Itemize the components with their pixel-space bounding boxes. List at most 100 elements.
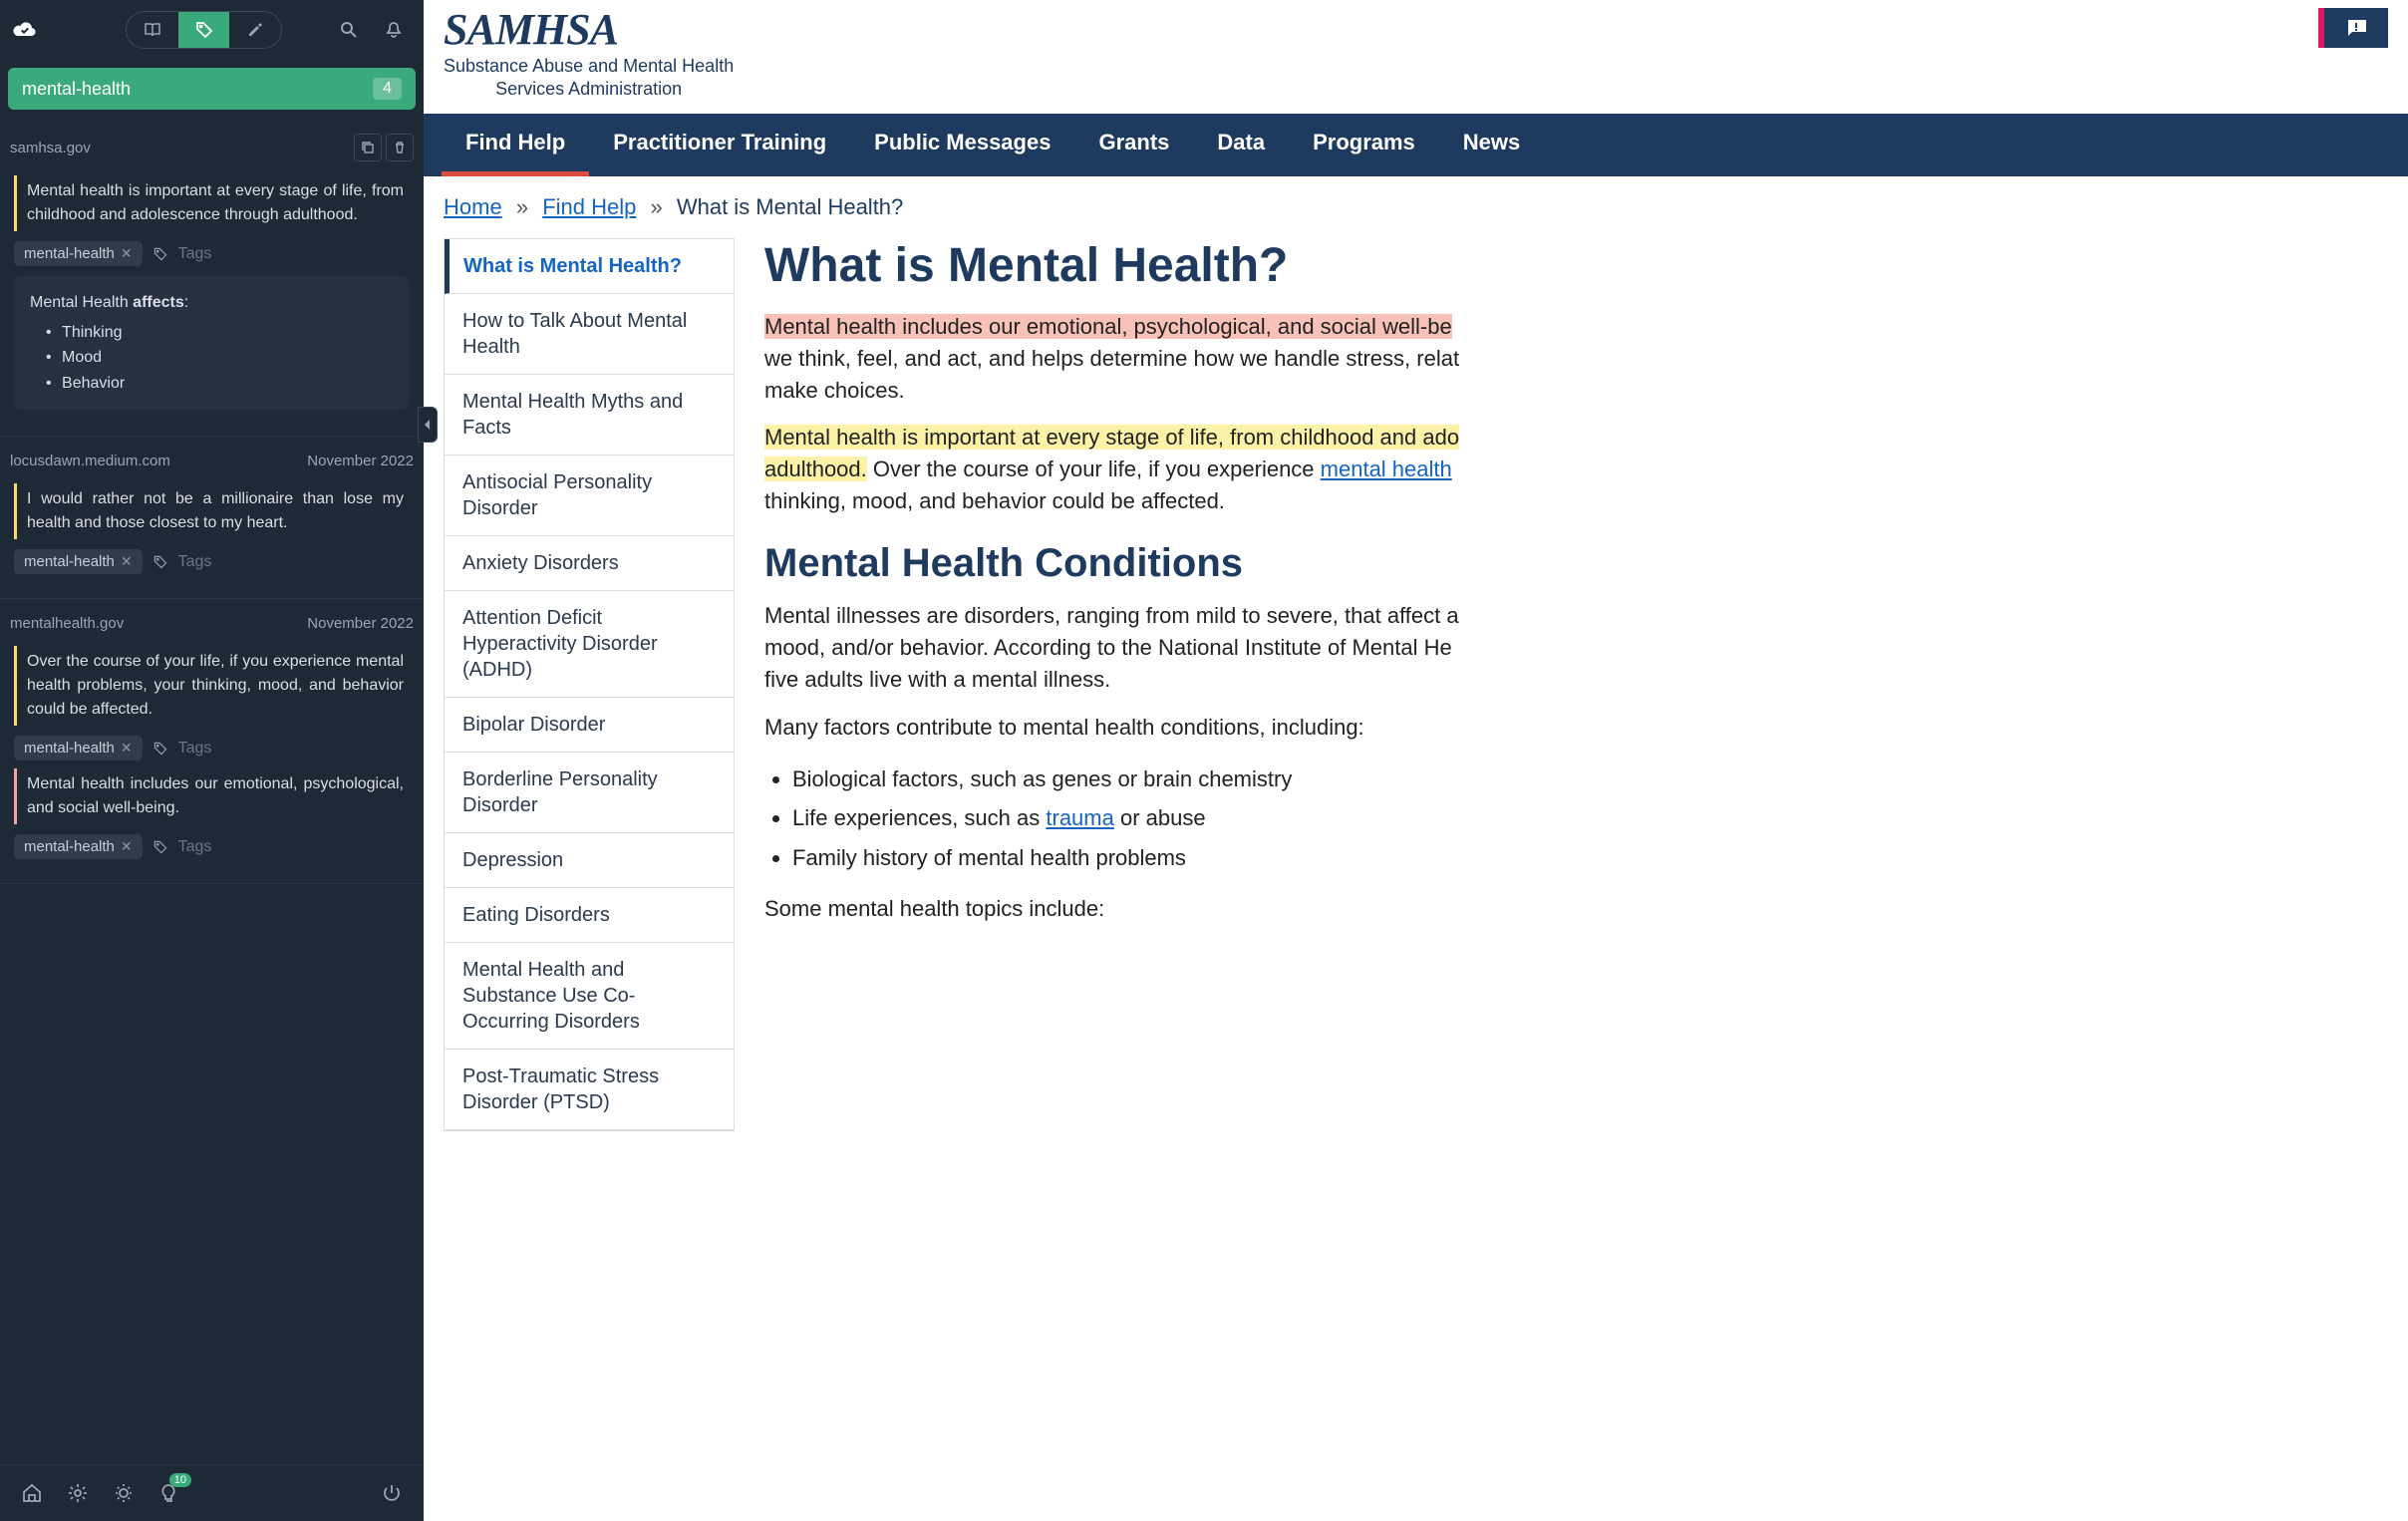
breadcrumb-current: What is Mental Health? — [677, 194, 903, 219]
sidemenu-item[interactable]: Borderline Personality Disorder — [445, 753, 734, 833]
article-link[interactable]: trauma — [1046, 805, 1113, 830]
highlight-quote[interactable]: Mental health includes our emotional, ps… — [14, 768, 414, 824]
theme-button[interactable] — [108, 1477, 140, 1509]
remove-tag-icon[interactable]: ✕ — [121, 740, 133, 757]
tag-chip[interactable]: mental-health ✕ — [14, 736, 143, 760]
logo-subtitle: Substance Abuse and Mental Health — [444, 55, 734, 78]
list-item: Family history of mental health problems — [792, 838, 2388, 878]
article-paragraph: Many factors contribute to mental health… — [764, 712, 2388, 744]
tag-row: mental-health ✕ Tags — [14, 549, 414, 574]
annotation-sidebar: mental-health 4 samhsa.gov Mental health… — [0, 0, 424, 1521]
sidebar-footer: 10 — [0, 1464, 424, 1521]
highlighted-text[interactable]: adulthood. — [764, 456, 867, 481]
breadcrumb: Home » Find Help » What is Mental Health… — [424, 176, 2408, 238]
nav-grants[interactable]: Grants — [1074, 114, 1193, 176]
tag-icon — [152, 741, 168, 757]
notifications-button[interactable] — [375, 10, 412, 50]
highlight-quote[interactable]: Over the course of your life, if you exp… — [14, 646, 414, 726]
nav-programs[interactable]: Programs — [1289, 114, 1439, 176]
article-paragraph: Some mental health topics include: — [764, 893, 2388, 925]
sidemenu-item[interactable]: Mental Health and Substance Use Co-Occur… — [445, 943, 734, 1050]
article-paragraph: Mental health is important at every stag… — [764, 422, 2388, 517]
delete-note-button[interactable] — [386, 134, 414, 161]
tag-icon — [152, 554, 168, 570]
site-logo[interactable]: SAMHSA Substance Abuse and Mental Health… — [444, 0, 734, 114]
list-item: Biological factors, such as genes or bra… — [792, 760, 2388, 799]
note-group: mentalhealth.gov November 2022 Over the … — [0, 599, 424, 884]
search-button[interactable] — [330, 10, 367, 50]
filter-tag-count: 4 — [373, 78, 402, 100]
tag-chip[interactable]: mental-health ✕ — [14, 241, 143, 266]
nav-public-messages[interactable]: Public Messages — [850, 114, 1074, 176]
highlighted-text[interactable]: Mental health includes our emotional, ps… — [764, 314, 1452, 339]
tag-chip[interactable]: mental-health ✕ — [14, 834, 143, 859]
site-header: SAMHSA Substance Abuse and Mental Health… — [424, 0, 2408, 114]
highlight-quote[interactable]: Mental health is important at every stag… — [14, 175, 414, 231]
tag-view-button[interactable] — [178, 12, 230, 48]
list-item: Life experiences, such as trauma or abus… — [792, 798, 2388, 838]
remove-tag-icon[interactable]: ✕ — [121, 245, 133, 262]
highlighted-text[interactable]: Mental health is important at every stag… — [764, 425, 1459, 450]
add-tag-input[interactable]: Tags — [178, 245, 212, 263]
user-note[interactable]: Mental Health affects: Thinking Mood Beh… — [14, 276, 410, 410]
settings-button[interactable] — [62, 1477, 94, 1509]
tag-row: mental-health ✕ Tags — [14, 736, 414, 760]
note-bullet: Behavior — [30, 371, 394, 397]
article-paragraph: Mental illnesses are disorders, ranging … — [764, 600, 2388, 696]
sidemenu-item[interactable]: Bipolar Disorder — [445, 698, 734, 753]
copy-note-button[interactable] — [354, 134, 382, 161]
sidemenu-item[interactable]: Depression — [445, 833, 734, 888]
nav-data[interactable]: Data — [1193, 114, 1289, 176]
breadcrumb-section[interactable]: Find Help — [542, 194, 636, 219]
highlights-button[interactable]: 10 — [153, 1477, 185, 1509]
tag-chip[interactable]: mental-health ✕ — [14, 549, 143, 574]
section-nav: What is Mental Health? How to Talk About… — [444, 238, 735, 1131]
nav-find-help[interactable]: Find Help — [442, 114, 589, 176]
sidemenu-item[interactable]: Anxiety Disorders — [445, 536, 734, 591]
add-tag-input[interactable]: Tags — [178, 553, 212, 571]
note-source: locusdawn.medium.com — [10, 453, 170, 469]
tag-row: mental-health ✕ Tags — [14, 241, 414, 266]
sidemenu-item[interactable]: Attention Deficit Hyperactivity Disorder… — [445, 591, 734, 698]
article-paragraph: Mental health includes our emotional, ps… — [764, 311, 2388, 407]
note-group: samhsa.gov Mental health is important at… — [0, 118, 424, 437]
note-date: November 2022 — [307, 615, 414, 632]
home-button[interactable] — [16, 1477, 48, 1509]
add-tag-input[interactable]: Tags — [178, 838, 212, 856]
note-bullet: Thinking — [30, 320, 394, 346]
sidemenu-item[interactable]: Mental Health Myths and Facts — [445, 375, 734, 456]
sidemenu-item[interactable]: Post-Traumatic Stress Disorder (PTSD) — [445, 1050, 734, 1130]
article-body: What is Mental Health? Mental health inc… — [764, 238, 2388, 1131]
view-mode-toggle — [126, 11, 282, 49]
highlight-quote[interactable]: I would rather not be a millionaire than… — [14, 483, 414, 539]
nav-practitioner-training[interactable]: Practitioner Training — [589, 114, 850, 176]
nav-news[interactable]: News — [1439, 114, 1544, 176]
logo-subtitle: Services Administration — [444, 78, 734, 101]
breadcrumb-home[interactable]: Home — [444, 194, 502, 219]
remove-tag-icon[interactable]: ✕ — [121, 553, 133, 570]
note-source: samhsa.gov — [10, 140, 91, 156]
collapse-sidebar-button[interactable] — [418, 407, 438, 443]
article-list: Biological factors, such as genes or bra… — [792, 760, 2388, 878]
sidemenu-item[interactable]: Eating Disorders — [445, 888, 734, 943]
note-source-header: locusdawn.medium.com November 2022 — [10, 445, 414, 477]
filter-tag-label: mental-health — [22, 79, 131, 100]
logo-text: SAMHSA — [444, 4, 734, 55]
primary-nav: Find Help Practitioner Training Public M… — [424, 114, 2408, 176]
highlight-view-button[interactable] — [229, 12, 281, 48]
book-view-button[interactable] — [127, 12, 178, 48]
sidemenu-item[interactable]: What is Mental Health? — [445, 239, 734, 294]
page-content: SAMHSA Substance Abuse and Mental Health… — [424, 0, 2408, 1521]
feedback-button[interactable] — [2318, 8, 2388, 48]
remove-tag-icon[interactable]: ✕ — [121, 838, 133, 855]
article-link[interactable]: mental health — [1321, 456, 1452, 481]
power-button[interactable] — [376, 1477, 408, 1509]
sidemenu-item[interactable]: How to Talk About Mental Health — [445, 294, 734, 375]
add-tag-input[interactable]: Tags — [178, 740, 212, 758]
cloud-sync-icon[interactable] — [12, 16, 38, 44]
active-tag-filter[interactable]: mental-health 4 — [8, 68, 416, 110]
notes-list: samhsa.gov Mental health is important at… — [0, 118, 424, 1464]
tag-icon — [152, 839, 168, 855]
page-title: What is Mental Health? — [764, 238, 2388, 293]
sidemenu-item[interactable]: Antisocial Personality Disorder — [445, 456, 734, 536]
